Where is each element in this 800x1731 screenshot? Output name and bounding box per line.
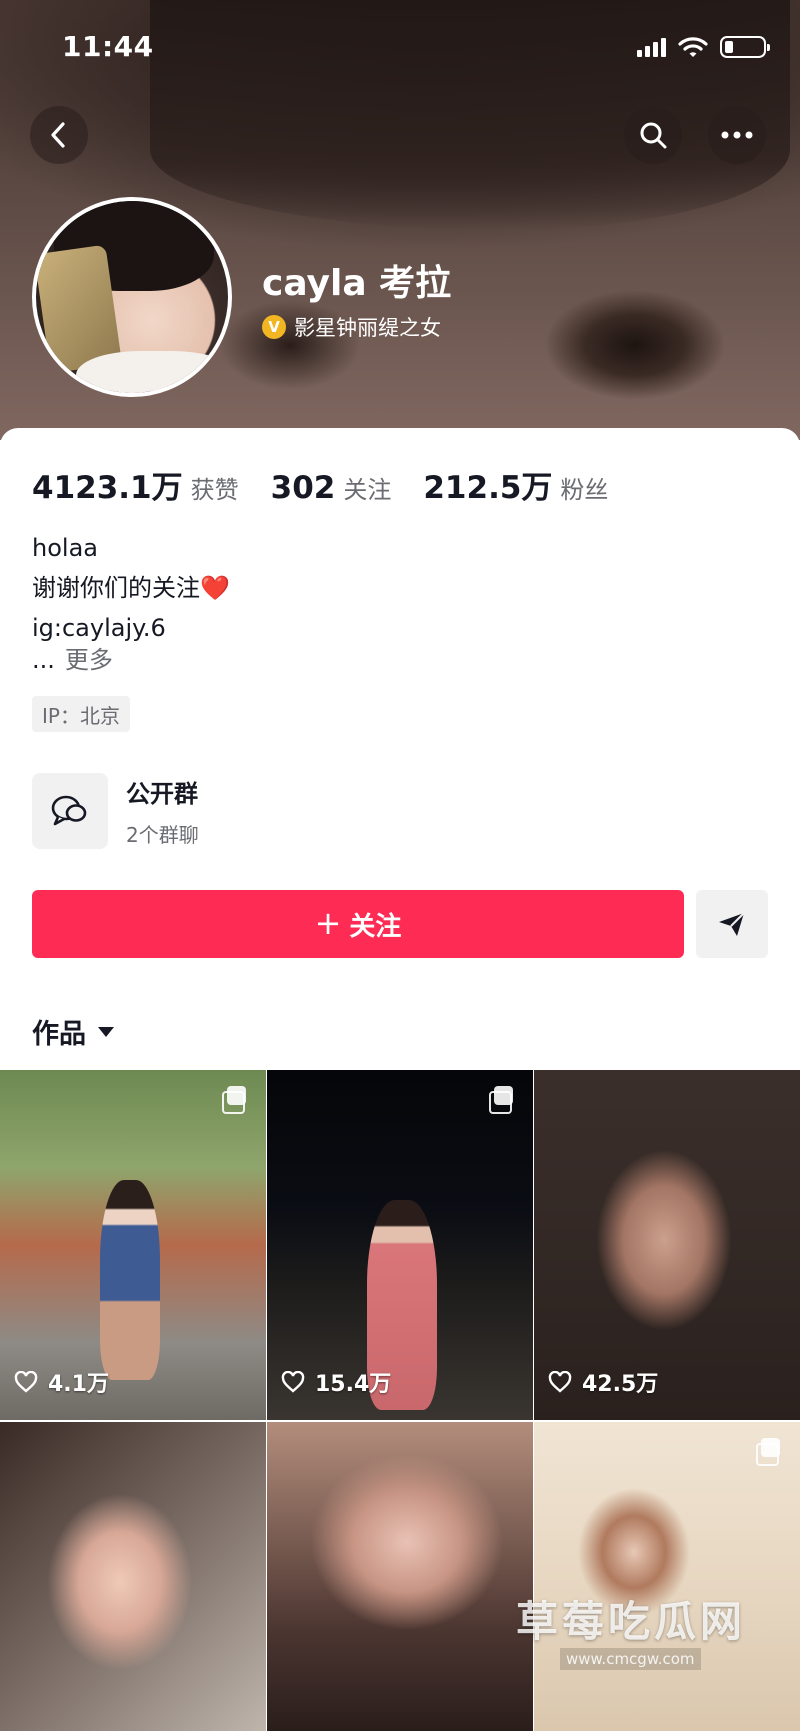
status-time: 11:44 xyxy=(62,30,154,63)
ip-location-tag: IP：北京 xyxy=(32,696,130,732)
stat-value: 212.5万 xyxy=(423,470,553,506)
video-likes: 15.4万 xyxy=(281,1366,391,1398)
status-icons xyxy=(637,34,770,60)
dropdown-arrow-icon xyxy=(98,1026,114,1037)
tab-works-label: 作品 xyxy=(32,1019,86,1050)
stat-label: 粉丝 xyxy=(560,476,609,504)
heart-outline-icon xyxy=(281,1371,305,1393)
wifi-icon xyxy=(678,37,708,57)
bio-ellipsis: ... xyxy=(32,646,55,674)
bio-expand[interactable]: ... 更多 xyxy=(32,640,113,680)
video-thumbnail xyxy=(534,1422,800,1731)
bio-line: holaa xyxy=(32,534,98,562)
multi-image-icon xyxy=(756,1438,782,1466)
stat-followers[interactable]: 212.5万 粉丝 xyxy=(423,462,608,507)
verified-badge-icon: V xyxy=(262,315,286,339)
stat-label: 获赞 xyxy=(190,476,239,504)
video-tile[interactable]: 4.1万 xyxy=(0,1070,266,1420)
search-button[interactable] xyxy=(624,106,682,164)
tab-works[interactable]: 作品 xyxy=(32,1012,114,1051)
verification-text: 影星钟丽缇之女 xyxy=(294,316,441,340)
video-tile[interactable] xyxy=(534,1422,800,1731)
send-icon xyxy=(719,912,745,936)
video-tile[interactable]: 15.4万 xyxy=(267,1070,533,1420)
stat-label: 关注 xyxy=(343,476,392,504)
heart-outline-icon xyxy=(14,1371,38,1393)
battery-icon xyxy=(720,36,770,58)
stat-value: 4123.1万 xyxy=(32,470,183,506)
share-button[interactable] xyxy=(696,890,768,958)
search-icon xyxy=(640,122,667,149)
video-tile[interactable]: 42.5万 xyxy=(534,1070,800,1420)
signal-icon xyxy=(637,37,666,57)
video-likes: 4.1万 xyxy=(14,1366,109,1398)
plus-icon: + xyxy=(314,903,342,942)
video-thumbnail xyxy=(0,1422,266,1731)
watermark-title: 草莓吃瓜网 xyxy=(516,1597,747,1646)
multi-image-icon xyxy=(222,1086,248,1114)
bio: holaa 谢谢你们的关注❤️ ig:caylajy.6 xyxy=(32,528,230,648)
stats-row: 4123.1万 获赞 302 关注 212.5万 粉丝 xyxy=(32,462,640,507)
video-thumbnail xyxy=(267,1422,533,1731)
stat-following[interactable]: 302 关注 xyxy=(271,470,392,506)
watermark-url: www.cmcgw.com xyxy=(560,1648,701,1670)
heart-emoji-icon: ❤️ xyxy=(200,574,230,602)
video-tile[interactable] xyxy=(0,1422,266,1731)
back-button[interactable] xyxy=(30,106,88,164)
bio-more-link[interactable]: 更多 xyxy=(65,646,113,674)
profile-name: cayla 考拉 xyxy=(262,263,452,304)
bio-line: 谢谢你们的关注❤️ xyxy=(32,574,230,602)
status-bar: 11:44 xyxy=(0,0,800,96)
battery-level xyxy=(725,41,733,53)
public-group-entry[interactable]: 公开群 2个群聊 xyxy=(32,773,199,849)
avatar[interactable] xyxy=(32,197,232,397)
more-button[interactable] xyxy=(708,106,766,164)
group-chat-icon xyxy=(32,773,108,849)
follow-label: 关注 xyxy=(349,911,402,942)
heart-outline-icon xyxy=(548,1371,572,1393)
chevron-left-icon xyxy=(51,122,65,148)
stat-likes[interactable]: 4123.1万 获赞 xyxy=(32,462,239,507)
group-title: 公开群 xyxy=(126,780,198,808)
stat-value: 302 xyxy=(270,470,336,506)
verification-line: V 影星钟丽缇之女 xyxy=(262,312,441,342)
more-horizontal-icon xyxy=(721,131,753,139)
group-count: 2个群聊 xyxy=(126,823,199,847)
video-likes: 42.5万 xyxy=(548,1366,658,1398)
multi-image-icon xyxy=(489,1086,515,1114)
video-tile[interactable] xyxy=(267,1422,533,1731)
follow-button[interactable]: + 关注 xyxy=(32,890,684,958)
